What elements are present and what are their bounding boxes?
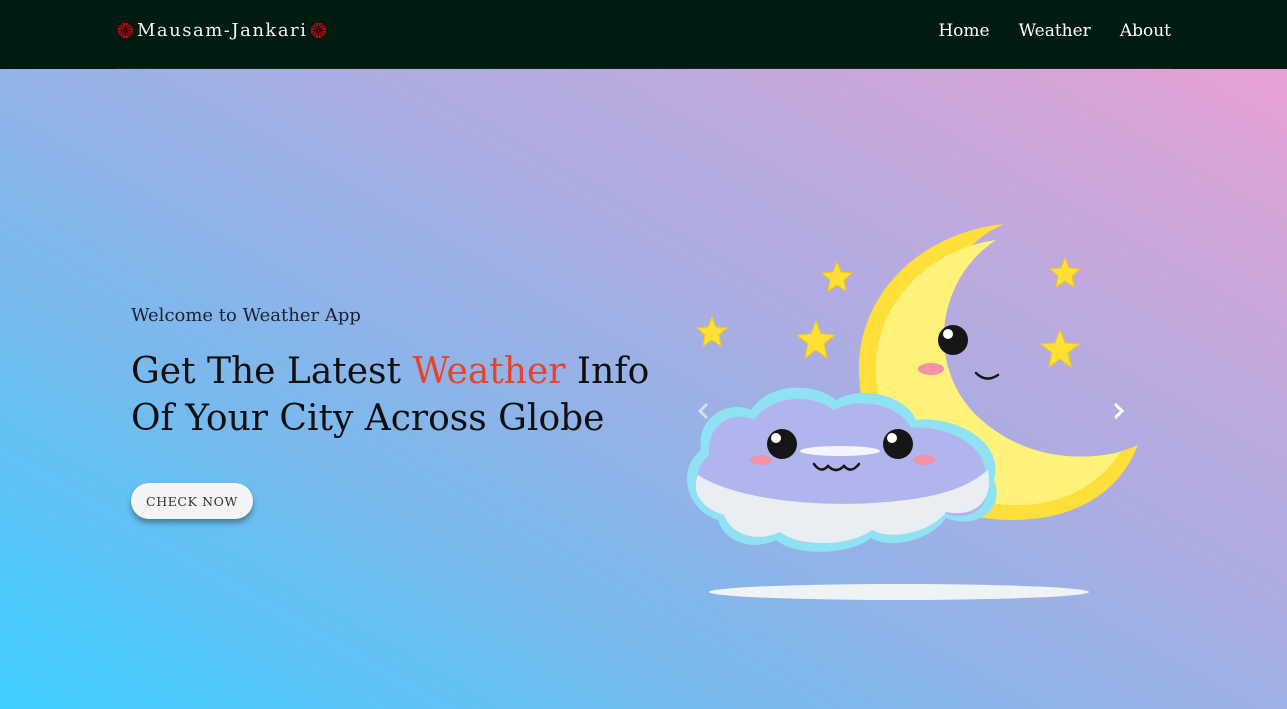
headline-accent: Weather: [412, 351, 566, 392]
navbar: Mausam-Jankari Home Weather About: [0, 0, 1287, 69]
brand-name[interactable]: Mausam-Jankari: [137, 20, 307, 41]
star-icon: [1048, 256, 1082, 289]
headline-line2: Of Your City Across Globe: [131, 398, 605, 439]
nav-home-link[interactable]: Home: [938, 21, 989, 41]
star-icon: [1039, 328, 1081, 369]
sun-icon: [117, 22, 134, 39]
carousel-next-button[interactable]: [1106, 398, 1132, 424]
nav-about-link[interactable]: About: [1120, 21, 1171, 41]
nav-weather-link[interactable]: Weather: [1019, 21, 1091, 41]
check-now-button[interactable]: CHECK NOW: [131, 483, 253, 519]
chevron-right-icon: [1113, 402, 1125, 420]
hero-headline: Get The Latest Weather Info Of Your City …: [131, 348, 651, 442]
hero-section: Welcome to Weather App Get The Latest We…: [131, 305, 651, 442]
chevron-left-icon: [697, 402, 709, 420]
star-icon: [795, 319, 837, 360]
headline-part1: Get The Latest: [131, 351, 413, 392]
sun-icon: [311, 22, 327, 39]
cloud-moon-illustration: [686, 224, 1138, 600]
navbar-divider: [116, 68, 1171, 69]
welcome-text: Welcome to Weather App: [131, 305, 361, 326]
nav-links: Home Weather About: [938, 21, 1171, 41]
headline-part2: Info: [565, 351, 650, 392]
brand-logo[interactable]: Mausam-Jankari: [116, 20, 328, 41]
carousel-prev-button[interactable]: [690, 398, 716, 424]
star-icon: [695, 315, 729, 348]
star-icon: [820, 260, 854, 293]
hero-carousel: [676, 200, 1146, 620]
